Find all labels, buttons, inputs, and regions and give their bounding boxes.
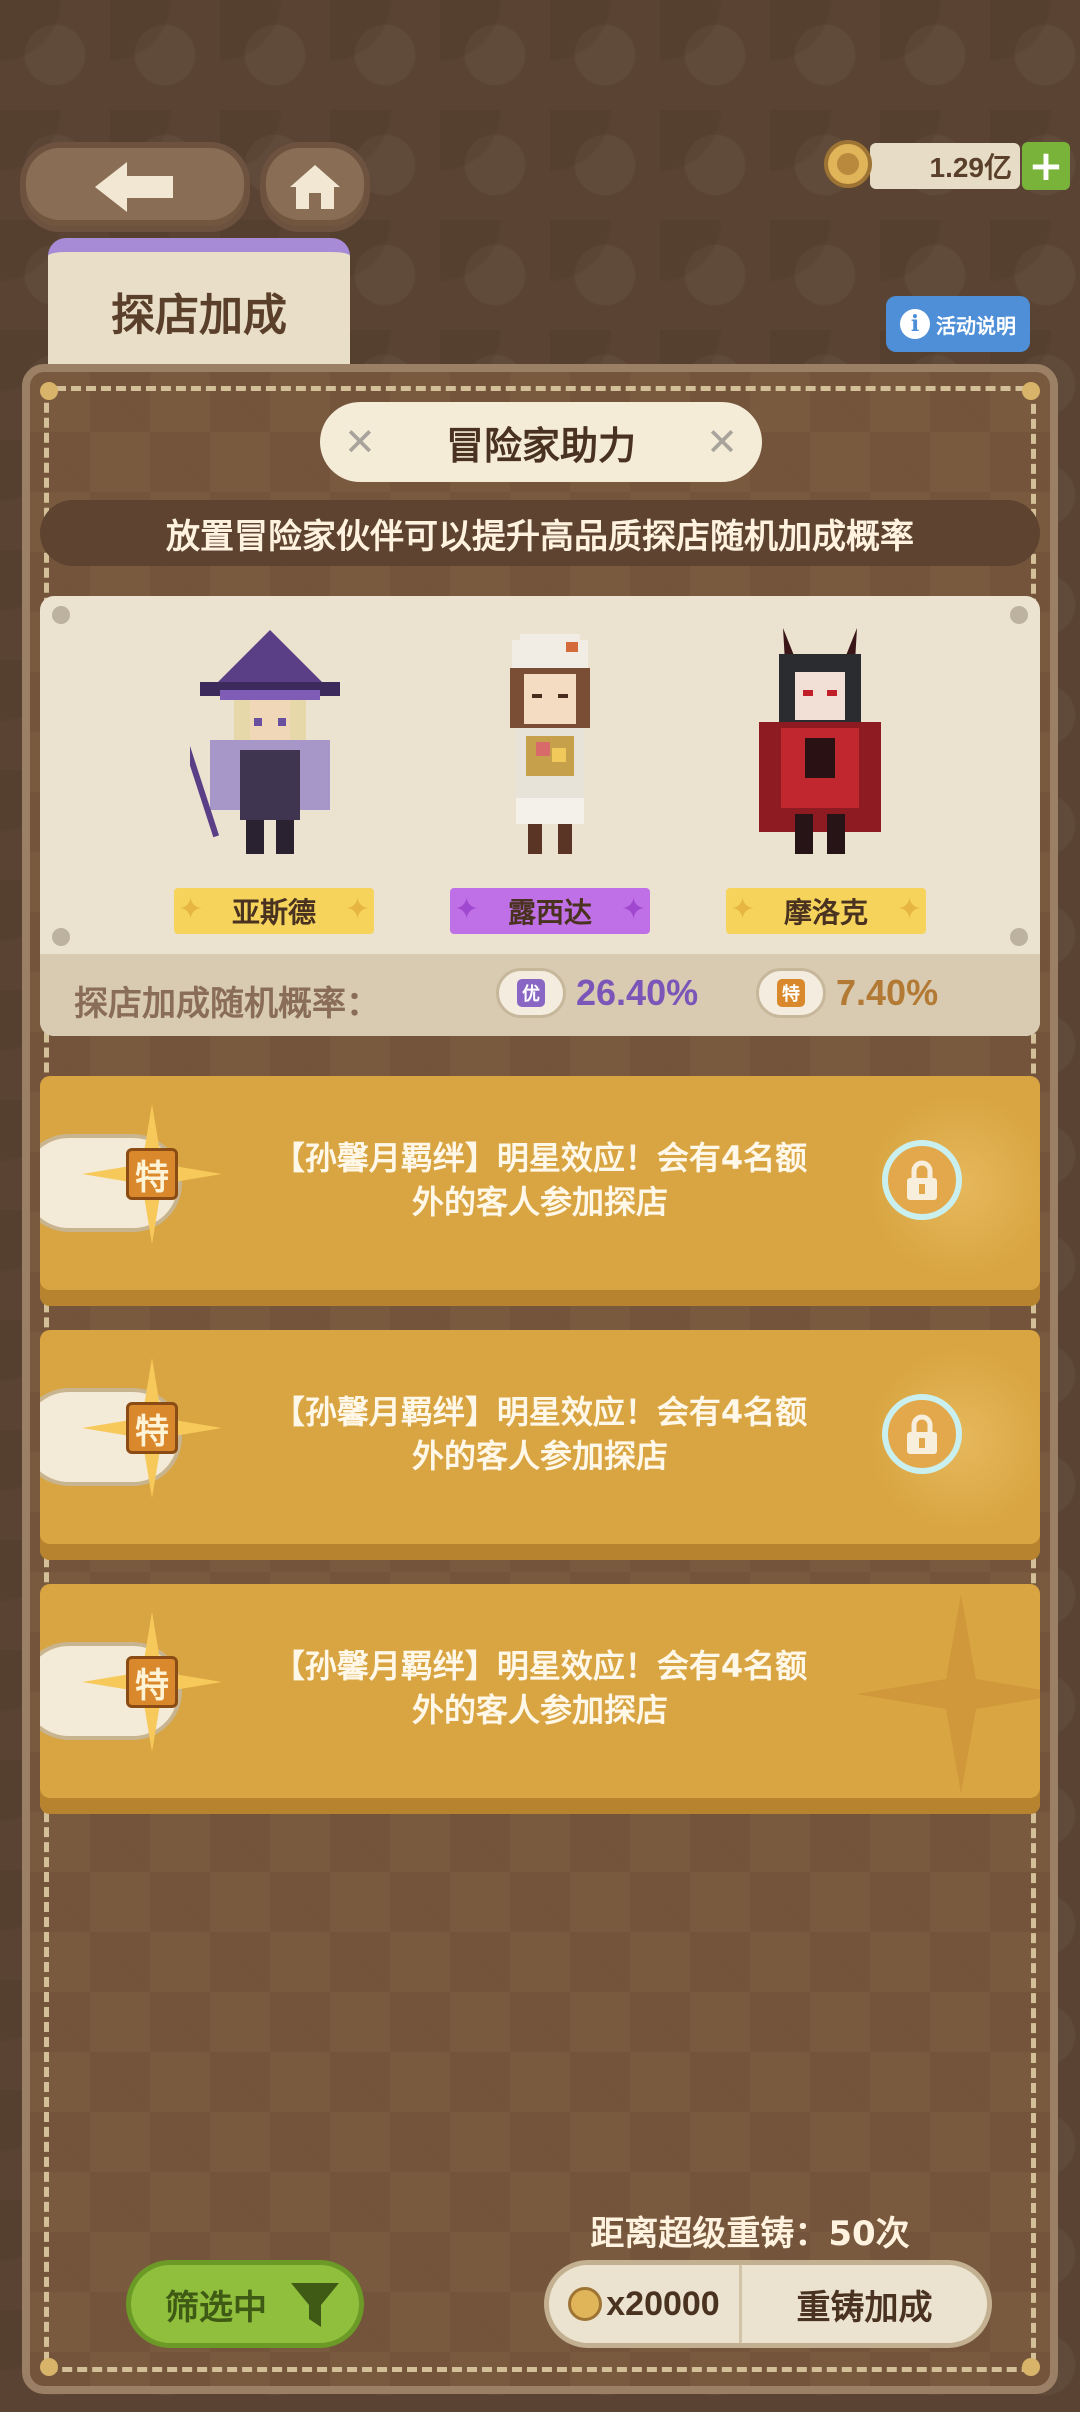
bonus-row[interactable]: 特 【孙馨月羁绊】明星效应！会有4名额 外的客人参加探店 (40, 1584, 1040, 1814)
activity-info-button[interactable]: i 活动说明 (886, 296, 1030, 352)
character-sprite-witch[interactable] (190, 620, 350, 860)
quality-badge-special: 特 (756, 968, 826, 1018)
bonus-line: 【孙馨月羁绊】明星效应！会有4名额 (272, 1647, 808, 1685)
character-name: 露西达 (507, 896, 592, 929)
currency-amount: 1.29亿 (870, 143, 1020, 189)
decor-star-icon: ✕ (706, 420, 738, 464)
adventurer-card: ✦ 亚斯德 ✦ ✦ 露西达 ✦ ✦ 摩洛克 ✦ 探店加成随机概率： 优 26.4… (40, 596, 1040, 1036)
special-badge-label: 特 (126, 1148, 178, 1200)
panel-subtitle: 放置冒险家伙伴可以提升高品质探店随机加成概率 (40, 500, 1040, 566)
excellent-rate-value: 26.40% (576, 972, 699, 1013)
sparkle-icon: ✦ (620, 892, 646, 927)
back-button[interactable] (20, 142, 250, 232)
card-rivet (1010, 606, 1028, 624)
filter-label: 筛选中 (165, 2287, 267, 2328)
decor-star-icon (856, 1594, 1040, 1794)
bonus-line: 外的客人参加探店 (411, 1183, 668, 1221)
character-sprite-girl[interactable] (490, 624, 610, 860)
panel-title-text: 冒险家助力 (445, 423, 636, 468)
special-badge: 特 (82, 1612, 222, 1752)
special-icon: 特 (777, 979, 805, 1007)
special-badge-label: 特 (126, 1402, 178, 1454)
character-sprite-demon[interactable] (745, 618, 895, 860)
excellent-icon: 优 (517, 979, 545, 1007)
sparkle-icon: ✦ (344, 892, 370, 927)
bonus-description: 【孙馨月羁绊】明星效应！会有4名额 外的客人参加探店 (210, 1136, 870, 1224)
lock-icon (907, 1414, 937, 1454)
info-icon: i (900, 309, 930, 339)
bonus-line: 【孙馨月羁绊】明星效应！会有4名额 (272, 1393, 808, 1431)
card-rivet (52, 606, 70, 624)
activity-info-label: 活动说明 (936, 313, 1016, 338)
bonus-line: 外的客人参加探店 (411, 1691, 668, 1729)
special-badge: 特 (82, 1104, 222, 1244)
bonus-rate-label: 探店加成随机概率： (74, 984, 380, 1024)
filter-button[interactable]: 筛选中 (126, 2260, 364, 2348)
reforge-cost: x20000 (549, 2265, 742, 2343)
bonus-description: 【孙馨月羁绊】明星效应！会有4名额 外的客人参加探店 (210, 1390, 870, 1478)
bonus-description: 【孙馨月羁绊】明星效应！会有4名额 外的客人参加探店 (210, 1644, 870, 1732)
coin-icon (824, 140, 872, 188)
bonus-line: 外的客人参加探店 (411, 1437, 668, 1475)
special-rate-value: 7.40% (836, 972, 939, 1013)
lock-button[interactable] (882, 1394, 962, 1474)
bonus-line: 【孙馨月羁绊】明星效应！会有4名额 (272, 1139, 808, 1177)
arrow-left-icon (95, 162, 173, 212)
sparkle-icon: ✦ (454, 892, 480, 927)
lock-button[interactable] (882, 1140, 962, 1220)
reforge-button[interactable]: 重铸加成 (742, 2265, 987, 2343)
rivet (1022, 2358, 1040, 2376)
sparkle-icon: ✦ (730, 892, 756, 927)
rivet (40, 382, 58, 400)
character-name-tag: ✦ 摩洛克 ✦ (726, 888, 926, 934)
special-badge: 特 (82, 1358, 222, 1498)
add-currency-button[interactable]: + (1022, 142, 1070, 190)
quality-badge-excellent: 优 (496, 968, 566, 1018)
home-button[interactable] (260, 142, 370, 232)
character-name: 亚斯德 (231, 896, 316, 929)
reforge-cost-value: x20000 (606, 2284, 720, 2323)
card-rivet (52, 928, 70, 946)
character-name-tag: ✦ 露西达 ✦ (450, 888, 650, 934)
filter-icon (291, 2283, 339, 2327)
lock-icon (907, 1160, 937, 1200)
bonus-rate-row: 探店加成随机概率： 优 26.40% 特 7.40% (40, 954, 1040, 1036)
bonus-row[interactable]: 特 【孙馨月羁绊】明星效应！会有4名额 外的客人参加探店 (40, 1330, 1040, 1560)
bonus-row[interactable]: 特 【孙馨月羁绊】明星效应！会有4名额 外的客人参加探店 (40, 1076, 1040, 1306)
sparkle-icon: ✦ (896, 892, 922, 927)
card-rivet (1010, 928, 1028, 946)
super-reforge-counter: 距离超级重铸：50次 (590, 2214, 910, 2254)
special-badge-label: 特 (126, 1656, 178, 1708)
decor-star-icon: ✕ (344, 420, 376, 464)
character-name: 摩洛克 (783, 896, 868, 929)
tab-shop-bonus[interactable]: 探店加成 (48, 238, 350, 370)
sparkle-icon: ✦ (178, 892, 204, 927)
rivet (1022, 382, 1040, 400)
coin-icon (568, 2287, 603, 2321)
home-icon (290, 165, 340, 209)
character-name-tag: ✦ 亚斯德 ✦ (174, 888, 374, 934)
panel-title: ✕ 冒险家助力 ✕ (320, 402, 762, 482)
reforge-bar: x20000 重铸加成 (544, 2260, 992, 2348)
rivet (40, 2358, 58, 2376)
